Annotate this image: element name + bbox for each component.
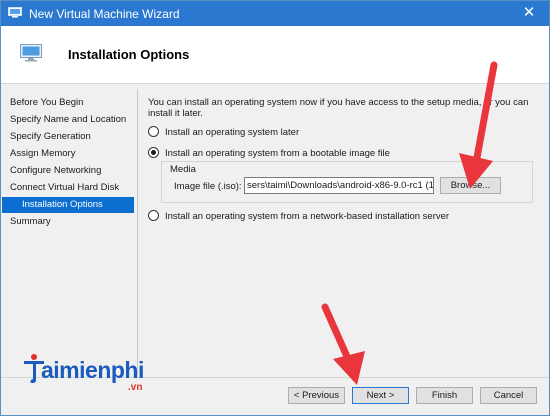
option-install-from-network[interactable]: Install an operating system from a netwo…: [148, 210, 449, 224]
wizard-window: New Virtual Machine Wizard ✕ Installatio…: [0, 0, 550, 416]
option-install-later-label: Install an operating system later: [165, 127, 300, 138]
media-group-label: Media: [170, 164, 196, 175]
hyper-v-app-icon: [8, 7, 22, 18]
wizard-steps-sidebar: Before You Begin Specify Name and Locati…: [2, 91, 134, 391]
option-install-from-image[interactable]: Install an operating system from a boota…: [148, 147, 390, 161]
radio-install-later[interactable]: [148, 126, 159, 137]
sidebar-item-connect-virtual-hard-disk[interactable]: Connect Virtual Hard Disk: [2, 180, 134, 196]
image-file-path-input[interactable]: sers\taimi\Downloads\android-x86-9.0-rc1…: [244, 177, 434, 194]
virtual-machine-icon: [20, 44, 42, 62]
page-title: Installation Options: [68, 47, 190, 62]
title-bar[interactable]: New Virtual Machine Wizard ✕: [1, 1, 549, 26]
sidebar-item-specify-generation[interactable]: Specify Generation: [2, 129, 134, 145]
sidebar-item-summary[interactable]: Summary: [2, 214, 134, 230]
image-file-label: Image file (.iso):: [174, 181, 242, 192]
logo-domain-suffix: .vn: [128, 382, 143, 393]
radio-install-from-image[interactable]: [148, 147, 159, 158]
sidebar-item-before-you-begin[interactable]: Before You Begin: [2, 95, 134, 111]
annotation-arrow-browse-icon: [459, 61, 498, 189]
cancel-button[interactable]: Cancel: [480, 387, 537, 404]
sidebar-item-installation-options[interactable]: Installation Options: [2, 197, 134, 213]
close-icon[interactable]: ✕: [511, 1, 547, 26]
window-title: New Virtual Machine Wizard: [29, 7, 180, 21]
annotation-arrow-next-icon: [321, 303, 365, 385]
sidebar-divider: [137, 89, 138, 377]
sidebar-item-configure-networking[interactable]: Configure Networking: [2, 163, 134, 179]
sidebar-item-assign-memory[interactable]: Assign Memory: [2, 146, 134, 162]
radio-install-from-network[interactable]: [148, 210, 159, 221]
finish-button[interactable]: Finish: [416, 387, 473, 404]
option-install-from-network-label: Install an operating system from a netwo…: [165, 211, 450, 222]
logo-brand-text: aimienphi: [41, 357, 144, 383]
sidebar-item-specify-name-and-location[interactable]: Specify Name and Location: [2, 112, 134, 128]
option-install-from-image-label: Install an operating system from a boota…: [165, 148, 390, 159]
option-install-later[interactable]: Install an operating system later: [148, 126, 299, 140]
taimienphi-watermark: aimienphi .vn: [21, 351, 171, 399]
